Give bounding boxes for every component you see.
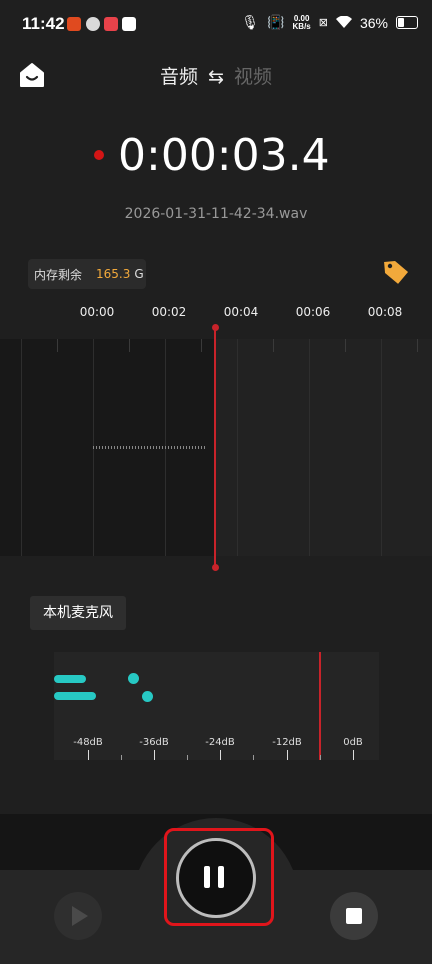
storage-amount: 165.3 bbox=[96, 267, 131, 281]
db-minor-tick bbox=[121, 755, 122, 760]
peak-dot-right bbox=[142, 691, 153, 702]
mic-source-button[interactable]: 本机麦克风 bbox=[30, 596, 126, 630]
grid-tick bbox=[129, 339, 130, 352]
grid-tick bbox=[201, 339, 202, 352]
db-tick bbox=[88, 750, 89, 760]
playhead[interactable] bbox=[214, 328, 216, 568]
playhead-bottom-handle[interactable] bbox=[211, 564, 219, 571]
playhead-top-handle[interactable] bbox=[211, 324, 219, 331]
db-label: 0dB bbox=[343, 737, 363, 748]
tag-icon bbox=[384, 261, 409, 284]
waveform-signal bbox=[93, 446, 206, 449]
status-time: 11:42 bbox=[22, 14, 65, 33]
level-bar-right bbox=[54, 692, 96, 700]
status-bar: 11:42 🎙 📳 0.00 KB/s ⊠ 36% bbox=[0, 0, 432, 52]
timeline-tick: 00:06 bbox=[295, 305, 331, 319]
db-tick bbox=[220, 750, 221, 760]
grid-tick bbox=[57, 339, 58, 352]
db-minor-tick bbox=[253, 755, 254, 760]
db-label: -36dB bbox=[139, 737, 169, 748]
sim-icon: ⊠ bbox=[318, 17, 328, 29]
wifi-icon bbox=[335, 15, 352, 31]
storage-remaining: 内存剩余 165.3 G bbox=[28, 259, 146, 289]
status-right: 🎙 📳 0.00 KB/s ⊠ 36% bbox=[241, 14, 418, 31]
play-button[interactable] bbox=[54, 892, 102, 940]
stop-icon bbox=[346, 908, 362, 924]
recording-indicator-icon bbox=[94, 150, 104, 160]
peak-dot-left bbox=[128, 673, 139, 684]
grid-line bbox=[309, 339, 310, 556]
db-minor-tick bbox=[187, 755, 188, 760]
highlight-box bbox=[164, 828, 274, 926]
app-notification-icon bbox=[86, 17, 100, 31]
app-notification-icon bbox=[67, 17, 81, 31]
vibrate-icon: 📳 bbox=[267, 14, 285, 30]
timeline-tick: 00:08 bbox=[367, 305, 403, 319]
swap-icon[interactable]: ⇆ bbox=[208, 66, 224, 88]
grid-tick bbox=[417, 339, 418, 352]
timeline-tick: 00:02 bbox=[151, 305, 187, 319]
recording-timer: 0:00:03.4 bbox=[118, 130, 330, 181]
grid-line bbox=[21, 339, 22, 556]
recording-filename[interactable]: 2026-01-31-11-42-34.wav bbox=[0, 206, 432, 222]
db-tick bbox=[154, 750, 155, 760]
tab-audio[interactable]: 音频 bbox=[160, 66, 198, 88]
db-label: -24dB bbox=[205, 737, 235, 748]
peak-hold-line bbox=[319, 652, 321, 760]
db-tick bbox=[287, 750, 288, 760]
db-label: -48dB bbox=[73, 737, 103, 748]
db-tick bbox=[353, 750, 354, 760]
grid-tick bbox=[273, 339, 274, 352]
app-notification-icon bbox=[104, 17, 118, 31]
timeline-tick: 00:00 bbox=[79, 305, 115, 319]
level-bar-left bbox=[54, 675, 86, 683]
storage-label: 内存剩余 bbox=[34, 267, 83, 282]
mic-status-icon: 🎙 bbox=[241, 14, 260, 30]
tag-button[interactable] bbox=[382, 258, 410, 286]
app-notification-icon bbox=[122, 17, 136, 31]
waveform-future[interactable] bbox=[215, 339, 432, 556]
grid-line bbox=[237, 339, 238, 556]
mode-switch: 音频 ⇆ 视频 bbox=[0, 62, 432, 89]
timeline-tick: 00:04 bbox=[223, 305, 259, 319]
grid-line bbox=[381, 339, 382, 556]
storage-unit: G bbox=[134, 267, 144, 281]
grid-tick bbox=[345, 339, 346, 352]
db-minor-tick bbox=[320, 755, 321, 760]
battery-percent: 36% bbox=[359, 14, 388, 31]
net-speed: 0.00 KB/s bbox=[292, 13, 311, 31]
tab-video[interactable]: 视频 bbox=[234, 66, 272, 88]
db-label: -12dB bbox=[272, 737, 302, 748]
play-icon bbox=[72, 906, 88, 926]
battery-icon bbox=[396, 16, 418, 29]
